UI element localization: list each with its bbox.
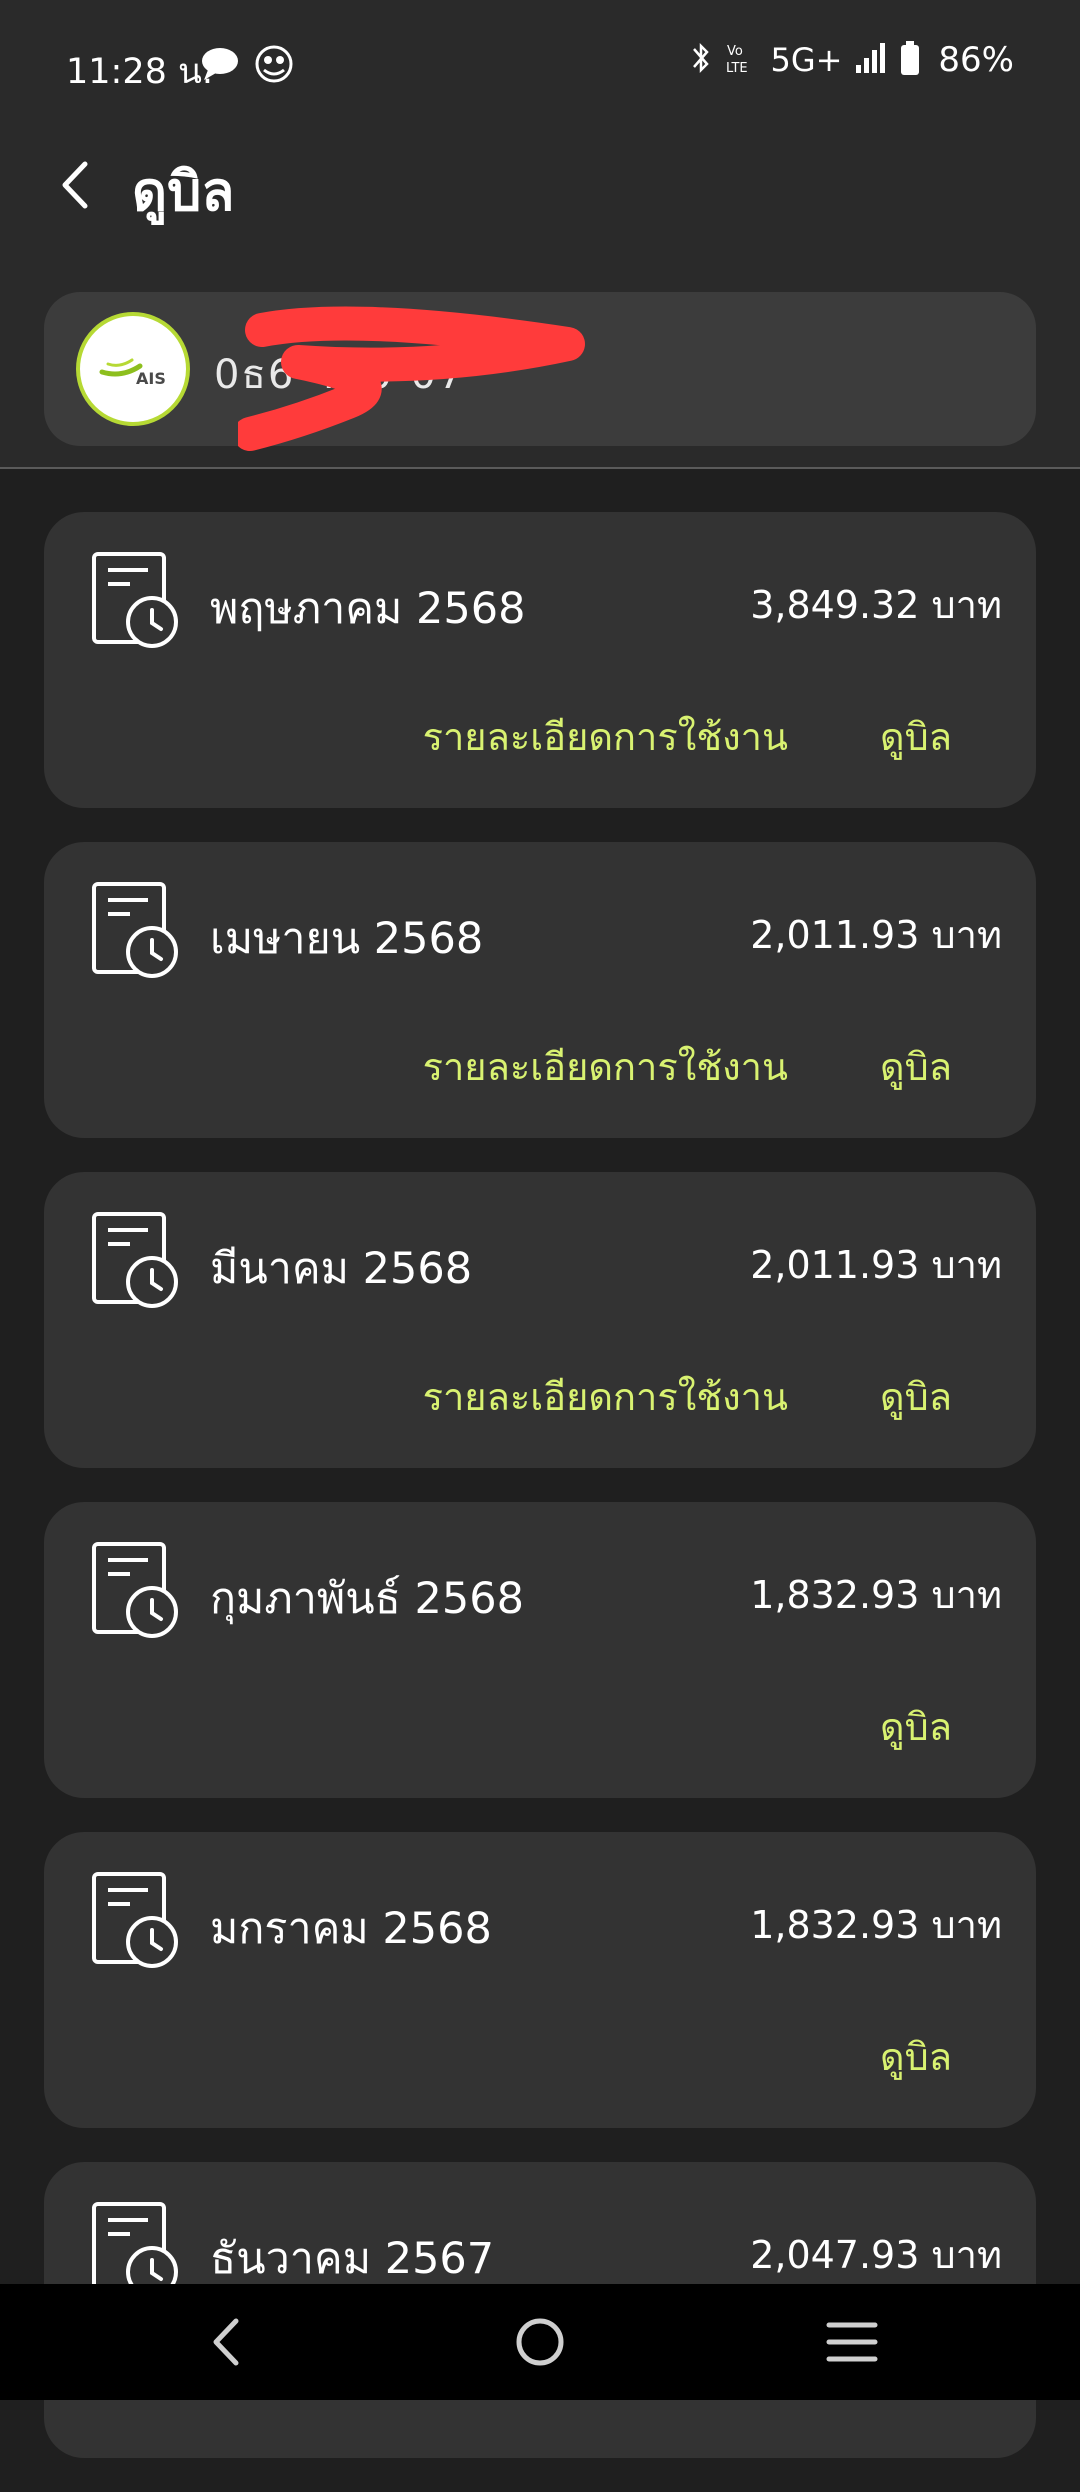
bill-history-icon <box>92 1212 178 1308</box>
bill-card[interactable]: มกราคม 2568 1,832.93 บาท ดูบิล <box>44 1832 1036 2128</box>
bill-list: พฤษภาคม 2568 3,849.32 บาท รายละเอียดการใ… <box>44 512 1036 2492</box>
signal-icon <box>854 41 888 79</box>
redaction-scribble <box>238 306 585 451</box>
nav-recents-button[interactable] <box>812 2304 892 2380</box>
usage-details-link[interactable]: รายละเอียดการใช้งาน <box>423 706 788 767</box>
bill-amount: 2,047.93 บาท <box>750 2233 1002 2277</box>
navigation-bar <box>0 2284 1080 2400</box>
bill-card[interactable]: เมษายน 2568 2,011.93 บาท รายละเอียดการใช… <box>44 842 1036 1138</box>
status-left-icons <box>200 44 294 88</box>
status-bar: 11:28 น. Vo LTE 5G+ 86% <box>0 0 1080 120</box>
view-bill-link[interactable]: ดูบิล <box>880 1696 952 1757</box>
bill-amount: 2,011.93 บาท <box>750 1243 1002 1287</box>
network-type: 5G+ <box>770 41 843 79</box>
chat-bubble-icon <box>200 46 240 86</box>
volte-icon: Vo LTE <box>724 40 758 80</box>
back-button[interactable] <box>40 150 110 220</box>
ais-logo: AIS <box>76 312 190 426</box>
top-area: 11:28 น. Vo LTE 5G+ 86% ดูบิล AIS 0ธ6-40… <box>0 0 1080 469</box>
nav-back-icon <box>213 2318 239 2366</box>
bill-amount: 3,849.32 บาท <box>750 583 1002 627</box>
bill-card[interactable]: มีนาคม 2568 2,011.93 บาท รายละเอียดการใช… <box>44 1172 1036 1468</box>
view-bill-link[interactable]: ดูบิล <box>880 706 952 767</box>
bluetooth-icon <box>690 40 712 80</box>
bill-history-icon <box>92 552 178 648</box>
svg-text:AIS: AIS <box>136 369 166 388</box>
nav-back-button[interactable] <box>186 2304 266 2380</box>
status-time: 11:28 น. <box>66 52 214 92</box>
page-title: ดูบิล <box>132 160 235 223</box>
bill-history-icon <box>92 1542 178 1638</box>
usage-details-link[interactable]: รายละเอียดการใช้งาน <box>423 1366 788 1427</box>
bill-month: กุมภาพันธ์ 2568 <box>210 1574 524 1624</box>
view-bill-link[interactable]: ดูบิล <box>880 2026 952 2087</box>
bill-amount: 2,011.93 บาท <box>750 913 1002 957</box>
nav-home-button[interactable] <box>500 2304 580 2380</box>
status-right: Vo LTE 5G+ 86% <box>690 40 1014 80</box>
bill-amount: 1,832.93 บาท <box>750 1573 1002 1617</box>
battery-icon <box>900 40 920 80</box>
bill-month: เมษายน 2568 <box>210 914 484 964</box>
view-bill-link[interactable]: ดูบิล <box>880 1036 952 1097</box>
usage-details-link[interactable]: รายละเอียดการใช้งาน <box>423 1036 788 1097</box>
view-bill-link[interactable]: ดูบิล <box>880 1366 952 1427</box>
bill-month: พฤษภาคม 2568 <box>210 584 526 634</box>
nav-recents-icon <box>826 2322 878 2362</box>
svg-text:Vo: Vo <box>727 44 743 59</box>
bill-history-icon <box>92 882 178 978</box>
bill-month: มกราคม 2568 <box>210 1904 492 1954</box>
bank-app-icon <box>254 44 294 88</box>
bill-card[interactable]: พฤษภาคม 2568 3,849.32 บาท รายละเอียดการใ… <box>44 512 1036 808</box>
bill-history-icon <box>92 1872 178 1968</box>
app-bar: ดูบิล <box>0 120 1080 250</box>
bill-card[interactable]: กุมภาพันธ์ 2568 1,832.93 บาท ดูบิล <box>44 1502 1036 1798</box>
nav-home-icon <box>516 2318 564 2366</box>
bill-month: ธันวาคม 2567 <box>210 2234 495 2284</box>
battery-percent: 86% <box>938 40 1014 80</box>
bill-month: มีนาคม 2568 <box>210 1244 473 1294</box>
bill-amount: 1,832.93 บาท <box>750 1903 1002 1947</box>
svg-text:LTE: LTE <box>726 61 748 76</box>
divider <box>0 467 1080 469</box>
chevron-left-icon <box>62 161 88 209</box>
